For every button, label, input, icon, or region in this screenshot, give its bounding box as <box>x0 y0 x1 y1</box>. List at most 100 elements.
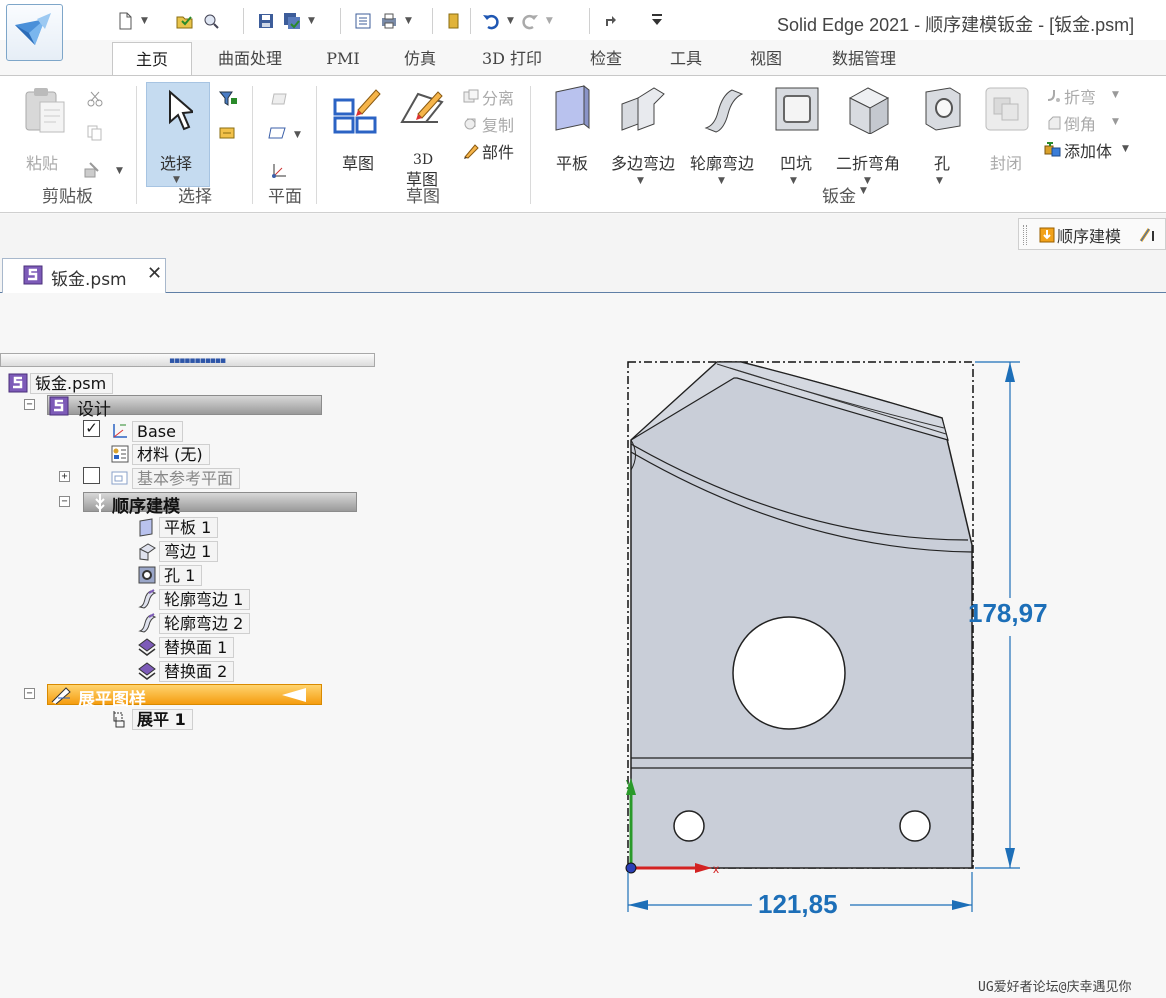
tab-inspect[interactable]: 检查 <box>576 42 636 76</box>
base-checkbox[interactable]: ✓ <box>83 420 100 437</box>
tab-home[interactable]: 主页 <box>112 42 192 76</box>
sketch-icon[interactable] <box>332 84 382 134</box>
tab-tools[interactable]: 工具 <box>656 42 716 76</box>
chevron-down-icon[interactable]: ▼ <box>405 16 412 26</box>
qa-repeat[interactable] <box>597 10 623 32</box>
plane-icon[interactable] <box>270 90 290 108</box>
small-hole-left[interactable] <box>673 810 705 842</box>
contour-flange-icon[interactable] <box>702 84 748 134</box>
width-dimension[interactable]: 121,85 <box>758 889 838 920</box>
chevron-down-icon[interactable]: ▼ <box>116 166 123 176</box>
hole-icon[interactable] <box>922 86 964 134</box>
separate-button[interactable]: 分离 <box>482 85 514 109</box>
paste-button[interactable]: 粘贴 <box>26 150 58 174</box>
qa-bookmark[interactable] <box>440 10 466 32</box>
chevron-down-icon[interactable]: ▼ <box>1112 90 1119 100</box>
pointer-arrow-icon[interactable] <box>165 89 193 133</box>
open-icon[interactable] <box>176 12 194 30</box>
document-tab[interactable]: 钣金.psm ✕ <box>2 258 166 293</box>
ordered-mode-indicator[interactable]: 顺序建模 <box>1018 218 1166 250</box>
tab-surfacing[interactable]: 曲面处理 <box>200 42 300 76</box>
tree-feature[interactable]: 轮廓弯边 2 <box>137 612 251 634</box>
chevron-down-icon[interactable]: ▼ <box>864 176 871 186</box>
chevron-down-icon[interactable]: ▼ <box>1112 117 1119 127</box>
tree-item-flatten[interactable]: 展平 1 <box>110 708 193 730</box>
tab-3d-print[interactable]: 3D 打印 <box>470 42 554 76</box>
copy-part-button[interactable]: 复制 <box>482 112 514 136</box>
chevron-down-icon[interactable]: ▼ <box>936 176 943 186</box>
tree-item-base[interactable]: Base <box>110 420 183 442</box>
flat-pattern-header[interactable]: 展平图样 <box>47 684 322 710</box>
chevron-down-icon[interactable]: ▼ <box>308 16 315 26</box>
save-all-icon[interactable] <box>283 12 301 30</box>
add-body-icon[interactable] <box>1044 142 1062 158</box>
select-button[interactable]: 选择 ▼ <box>146 82 210 187</box>
tree-feature[interactable]: 轮廓弯边 1 <box>137 588 251 610</box>
triad-origin[interactable] <box>625 862 637 874</box>
qa-customize[interactable] <box>644 10 670 32</box>
tab-feature-button[interactable]: 平板 <box>556 150 588 174</box>
solid-edge-logo-icon[interactable] <box>7 5 62 60</box>
grip-handle[interactable] <box>1023 225 1027 245</box>
properties-icon[interactable] <box>354 12 372 30</box>
chevron-down-icon[interactable]: ▼ <box>507 16 514 26</box>
tree-item-material[interactable]: 材料 (无) <box>110 443 210 465</box>
chevron-down-icon[interactable]: ▼ <box>860 186 867 196</box>
select-filter-icon[interactable] <box>218 90 238 108</box>
chevron-down-icon[interactable]: ▼ <box>294 130 301 140</box>
contour-flange-button[interactable]: 轮廓弯边 <box>690 150 754 174</box>
chevron-down-icon[interactable]: ▼ <box>637 176 644 186</box>
close-corner-icon[interactable] <box>984 86 1030 132</box>
small-hole-right[interactable] <box>899 810 931 842</box>
dimple-button[interactable]: 凹坑 <box>780 150 812 174</box>
close-icon[interactable]: ✕ <box>147 263 162 284</box>
dimple-icon[interactable] <box>774 86 820 132</box>
chevron-down-icon[interactable]: ▼ <box>141 16 148 26</box>
copy-icon[interactable] <box>86 124 104 142</box>
customize-icon[interactable] <box>648 12 666 30</box>
qa-open[interactable] <box>172 10 224 32</box>
separate-icon[interactable] <box>462 88 480 106</box>
repeat-icon[interactable] <box>601 12 619 30</box>
print-icon[interactable] <box>380 12 398 30</box>
part-button[interactable]: 部件 <box>482 139 514 163</box>
qa-print[interactable]: ▼ <box>350 10 415 32</box>
qa-undo-redo[interactable]: ▼ ▼ <box>478 10 556 32</box>
tab-pmi[interactable]: PMI <box>318 42 368 76</box>
3d-sketch-icon[interactable] <box>398 84 448 130</box>
redo-icon[interactable] <box>521 12 539 30</box>
expand-icon[interactable]: + <box>59 471 70 482</box>
height-dimension[interactable]: 178,97 <box>968 598 1048 629</box>
add-body-button[interactable]: 添加体 <box>1064 138 1112 162</box>
tab-view[interactable]: 视图 <box>736 42 796 76</box>
save-icon[interactable] <box>257 12 275 30</box>
pathfinder-splitter[interactable]: ▪▪▪▪▪▪▪▪▪▪▪ <box>0 353 375 367</box>
chamfer-icon[interactable] <box>1046 115 1062 131</box>
bookmark-icon[interactable] <box>444 12 462 30</box>
collapse-icon[interactable]: − <box>24 399 35 410</box>
tree-feature[interactable]: 替换面 2 <box>137 660 235 682</box>
select-manager-icon[interactable] <box>218 124 238 142</box>
tab-data-management[interactable]: 数据管理 <box>816 42 912 76</box>
tree-root[interactable]: 钣金.psm <box>8 372 114 394</box>
collapse-icon[interactable]: − <box>59 496 70 507</box>
sketch-button[interactable]: 草图 <box>342 150 374 174</box>
hole-button[interactable]: 孔 <box>934 150 950 174</box>
undo-icon[interactable] <box>482 12 500 30</box>
tree-item-ref-planes[interactable]: 基本参考平面 <box>110 467 241 489</box>
ref-planes-checkbox[interactable] <box>83 467 100 484</box>
chevron-down-icon[interactable]: ▼ <box>546 16 553 26</box>
part-icon[interactable] <box>462 142 480 160</box>
new-document-icon[interactable] <box>116 12 134 30</box>
tree-feature[interactable]: 平板 1 <box>137 516 219 538</box>
copy-part-icon[interactable] <box>462 115 480 133</box>
close-corner-button[interactable]: 封闭 <box>990 150 1022 174</box>
chevron-down-icon[interactable]: ▼ <box>790 176 797 186</box>
application-button[interactable] <box>6 4 63 61</box>
bend-button[interactable]: 折弯 <box>1064 84 1096 108</box>
chevron-down-icon[interactable]: ▼ <box>718 176 725 186</box>
paste-icon[interactable] <box>22 86 68 136</box>
jog-button[interactable]: 二折弯角 <box>836 150 900 174</box>
tab-feature-icon[interactable] <box>550 82 594 134</box>
multi-flange-button[interactable]: 多边弯边 <box>611 150 675 174</box>
